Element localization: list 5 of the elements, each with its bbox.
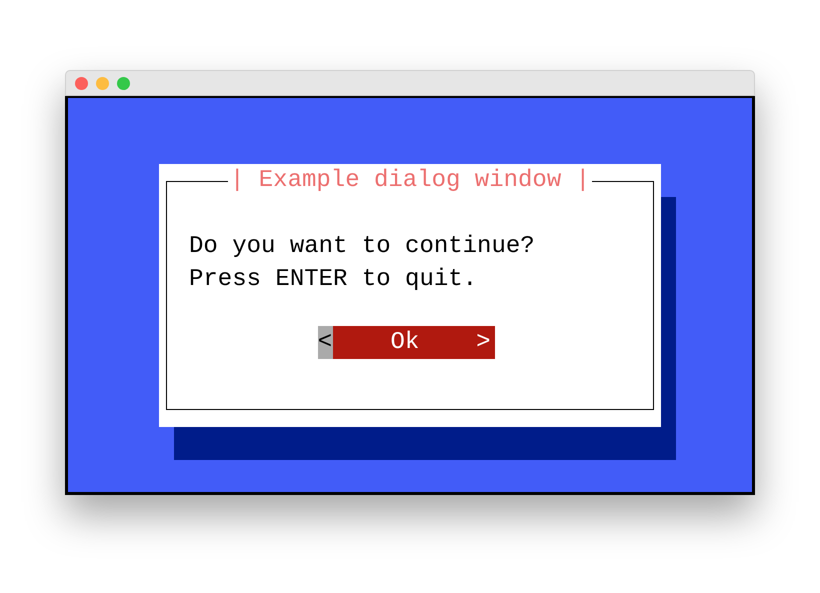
close-button[interactable]	[75, 76, 88, 90]
message-text: Press ENTER to quit.	[189, 265, 478, 295]
zoom-button[interactable]	[117, 76, 130, 90]
message-text: Do you want to continue?	[189, 232, 536, 262]
minimize-button[interactable]	[96, 76, 109, 90]
